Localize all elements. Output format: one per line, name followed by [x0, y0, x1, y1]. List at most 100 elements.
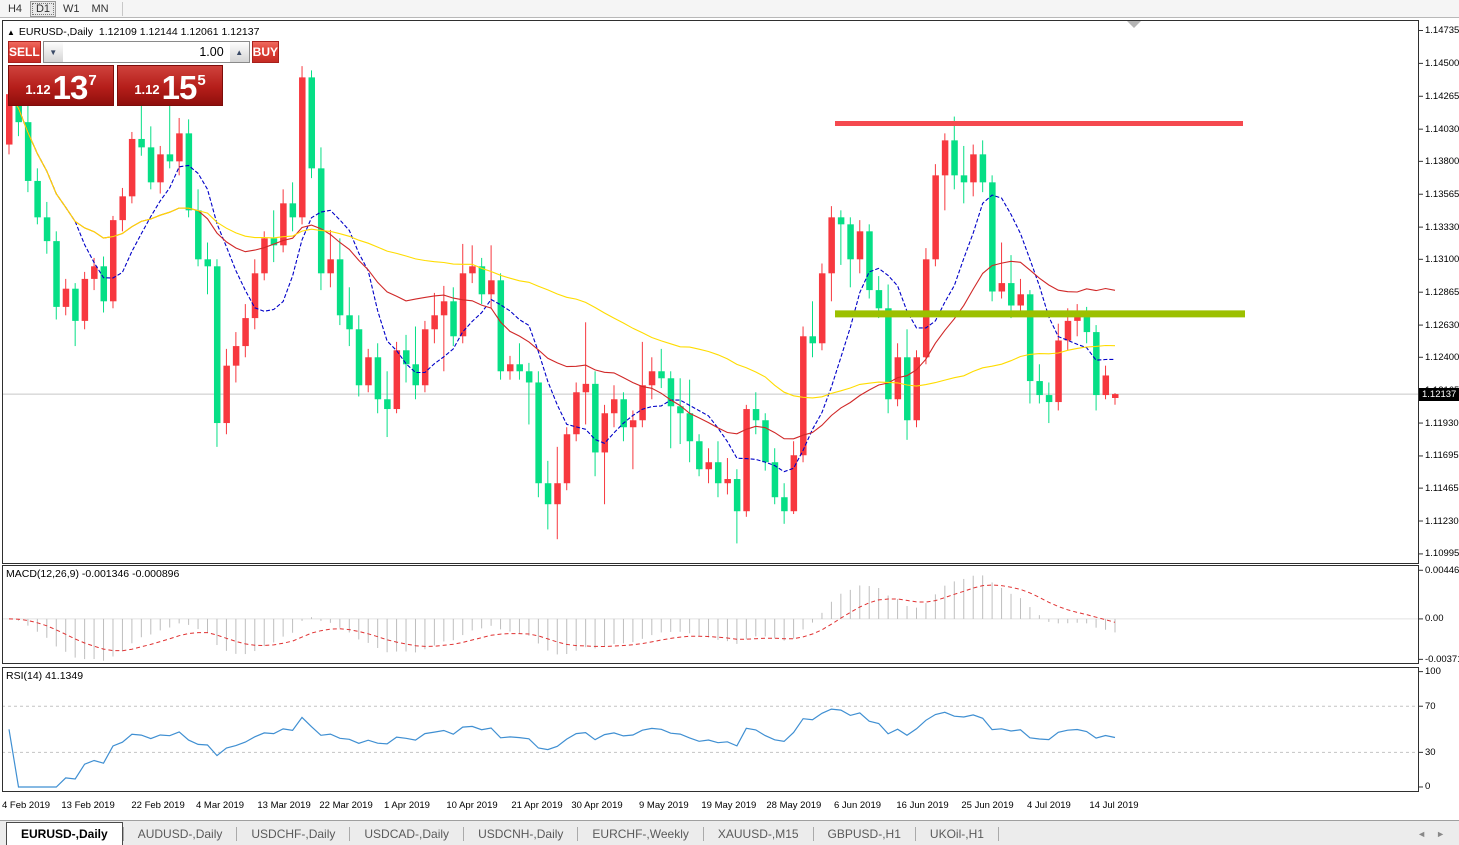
buy-price-big: 15 — [162, 72, 197, 103]
collapse-icon[interactable]: ▲ — [7, 28, 15, 37]
candle-body — [119, 196, 126, 220]
candle-body — [176, 133, 183, 161]
candle-body — [1036, 381, 1043, 395]
candle-body — [72, 289, 79, 321]
price-axis-label: 1.13565 — [1425, 189, 1459, 200]
candle-body — [53, 241, 60, 307]
price-axis-label: 1.13100 — [1425, 254, 1459, 265]
candle-body — [82, 279, 89, 321]
candle-body — [687, 413, 694, 441]
date-axis-label: 1 Apr 2019 — [384, 800, 430, 811]
candle-body — [299, 77, 306, 217]
buy-button[interactable]: BUY — [252, 41, 279, 63]
candle-body — [866, 231, 873, 290]
price-axis-label: 1.12865 — [1425, 287, 1459, 298]
ma-line-slow — [9, 94, 1115, 398]
candle-body — [630, 420, 637, 427]
candle-body — [479, 266, 486, 294]
candle-body — [498, 280, 505, 371]
tab-gbpusd-h1[interactable]: GBPUSD-,H1 — [814, 823, 915, 845]
candle-body — [516, 364, 523, 371]
candle-body — [706, 462, 713, 469]
candle-body — [800, 336, 807, 455]
one-click-trading-widget: SELL ▼ ▲ BUY 1.12 13 7 1.12 15 5 — [8, 41, 225, 106]
candle-body — [488, 280, 495, 294]
candle-body — [810, 336, 817, 343]
tab-ukoil-h1[interactable]: UKOil-,H1 — [916, 823, 998, 845]
candle-body — [838, 217, 845, 224]
candle-body — [639, 385, 646, 420]
tab-usdchf-daily[interactable]: USDCHF-,Daily — [237, 823, 349, 845]
candle-body — [441, 301, 448, 315]
volume-group: ▼ ▲ — [43, 41, 250, 63]
rsi-header-label: RSI(14) 41.1349 — [6, 670, 83, 682]
ma-line-fast — [9, 94, 1115, 472]
end-of-chart-marker-icon — [1127, 21, 1141, 28]
volume-decrease-button[interactable]: ▼ — [44, 42, 63, 62]
candle-body — [346, 315, 353, 329]
sell-button[interactable]: SELL — [8, 41, 41, 63]
candle-body — [110, 220, 117, 301]
sell-price-big: 13 — [53, 72, 88, 103]
tab-xauusd-m15[interactable]: XAUUSD-,M15 — [704, 823, 813, 845]
sell-price-sup: 7 — [88, 68, 96, 89]
candle-body — [469, 266, 476, 273]
price-axis-label: 1.13800 — [1425, 156, 1459, 167]
candle-body — [602, 413, 609, 452]
candle-body — [989, 182, 996, 291]
date-axis-label: 9 May 2019 — [639, 800, 689, 811]
date-axis-label: 21 Apr 2019 — [511, 800, 562, 811]
volume-increase-button[interactable]: ▲ — [230, 42, 249, 62]
candle-body — [242, 318, 249, 346]
tab-scroll-buttons: ◄ ► — [1417, 829, 1459, 845]
tab-eurusd-daily[interactable]: EURUSD-,Daily — [6, 822, 123, 845]
tab-usdcad-daily[interactable]: USDCAD-,Daily — [350, 823, 463, 845]
candle-body — [290, 203, 297, 217]
candle-body — [195, 210, 202, 259]
candle-body — [876, 290, 883, 308]
price-axis-label: 1.11695 — [1425, 450, 1459, 461]
candle-body — [101, 266, 108, 301]
candle-body — [308, 77, 315, 168]
candle-body — [611, 399, 618, 413]
date-axis-label: 19 May 2019 — [701, 800, 756, 811]
rsi-line — [9, 709, 1115, 787]
candle-body — [696, 441, 703, 469]
tab-usdcnh-daily[interactable]: USDCNH-,Daily — [464, 823, 577, 845]
spin-up-icon: ▲ — [235, 48, 243, 57]
candle-body — [999, 283, 1006, 291]
chart-canvas[interactable] — [0, 0, 1459, 845]
candle-body — [365, 357, 372, 385]
candle-body — [214, 266, 221, 423]
rsi-axis-label: 100 — [1425, 666, 1441, 677]
date-axis-label: 10 Apr 2019 — [446, 800, 497, 811]
candle-body — [1103, 375, 1110, 395]
volume-input[interactable] — [63, 42, 230, 62]
scroll-left-icon[interactable]: ◄ — [1417, 829, 1426, 839]
tab-audusd-daily[interactable]: AUDUSD-,Daily — [124, 823, 237, 845]
candle-body — [450, 301, 457, 336]
candle-body — [1093, 332, 1100, 395]
candle-body — [1112, 394, 1119, 398]
buy-price-sup: 5 — [197, 68, 205, 89]
candle-body — [847, 224, 854, 259]
price-axis-label: 1.14500 — [1425, 58, 1459, 69]
buy-price-prefix: 1.12 — [134, 82, 159, 97]
candle-body — [261, 238, 268, 273]
date-axis-label: 4 Feb 2019 — [2, 800, 50, 811]
sell-price-box[interactable]: 1.12 13 7 — [8, 65, 114, 106]
scroll-right-icon[interactable]: ► — [1436, 829, 1445, 839]
tab-eurchf-weekly[interactable]: EURCHF-,Weekly — [578, 823, 702, 845]
rsi-axis-label: 70 — [1425, 701, 1436, 712]
price-axis-label: 1.14735 — [1425, 25, 1459, 36]
macd-header-label: MACD(12,26,9) -0.001346 -0.000896 — [6, 568, 179, 580]
candle-body — [743, 409, 750, 511]
price-axis-label: 1.14030 — [1425, 124, 1459, 135]
candle-body — [1008, 283, 1015, 305]
candle-body — [980, 154, 987, 182]
chart-symbol-label: EURUSD-,Daily — [19, 26, 93, 38]
candle-body — [592, 384, 599, 453]
candle-body — [535, 382, 542, 483]
candle-body — [564, 434, 571, 483]
buy-price-box[interactable]: 1.12 15 5 — [117, 65, 223, 106]
